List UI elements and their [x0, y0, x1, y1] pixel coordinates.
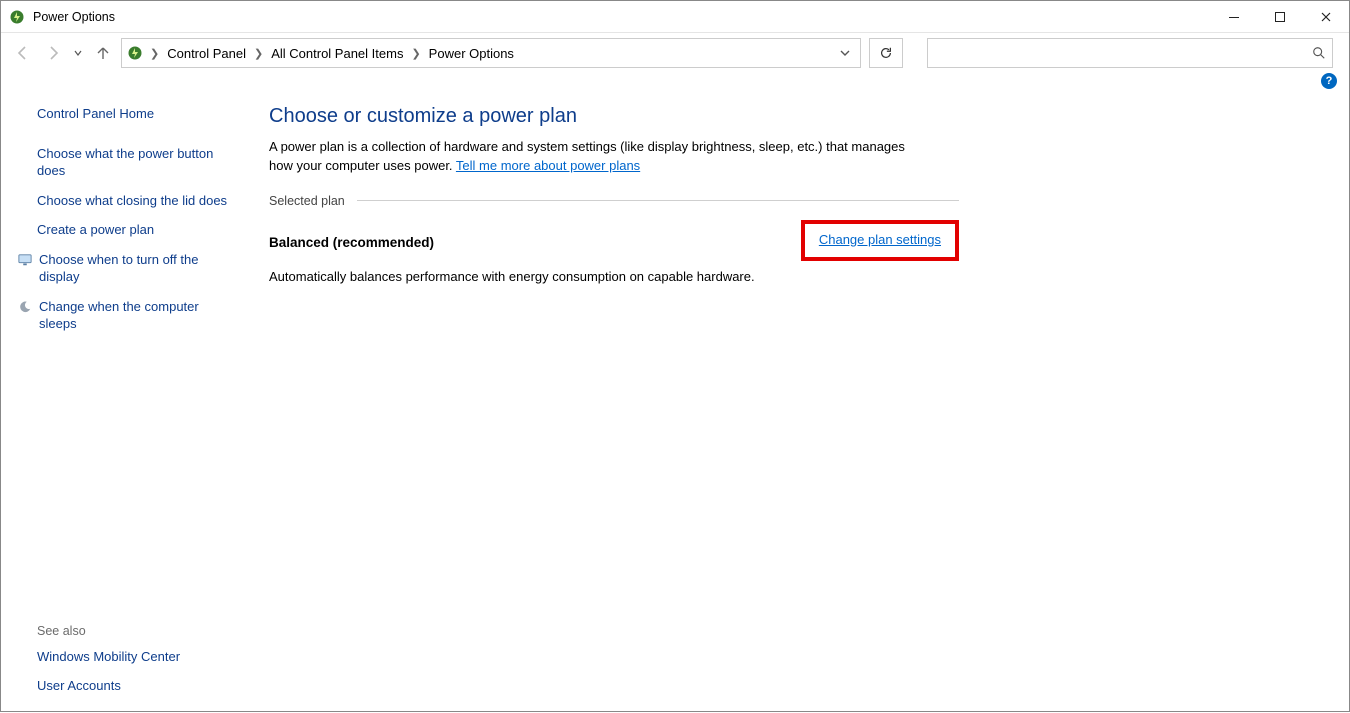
- see-also-label: See also: [17, 620, 235, 642]
- main-content: Choose or customize a power plan A power…: [249, 91, 1229, 713]
- sidebar-link-computer-sleeps[interactable]: Change when the computer sleeps: [17, 292, 235, 339]
- close-button[interactable]: [1303, 1, 1349, 33]
- sidebar-item-label: Choose what the power button does: [37, 145, 235, 180]
- search-box[interactable]: [927, 38, 1333, 68]
- address-bar[interactable]: ❯ Control Panel ❯ All Control Panel Item…: [121, 38, 861, 68]
- sidebar-item-label: Change when the computer sleeps: [39, 298, 235, 333]
- chevron-right-icon[interactable]: ❯: [252, 47, 265, 60]
- navigation-bar: ❯ Control Panel ❯ All Control Panel Item…: [1, 33, 1349, 73]
- see-also-mobility-center[interactable]: Windows Mobility Center: [17, 642, 235, 672]
- sidebar-link-power-button[interactable]: Choose what the power button does: [17, 139, 235, 186]
- chevron-right-icon[interactable]: ❯: [409, 47, 422, 60]
- sidebar-item-label: Control Panel Home: [37, 105, 154, 123]
- nav-up-button[interactable]: [91, 41, 115, 65]
- nav-forward-button[interactable]: [41, 41, 65, 65]
- window-title: Power Options: [33, 10, 115, 24]
- control-panel-home-link[interactable]: Control Panel Home: [17, 99, 235, 129]
- help-icon[interactable]: ?: [1321, 73, 1337, 89]
- chevron-right-icon[interactable]: ❯: [148, 47, 161, 60]
- search-icon[interactable]: [1312, 46, 1326, 60]
- selected-plan-section: Selected plan Balanced (recommended) Cha…: [269, 194, 959, 284]
- sidebar-item-label: Choose when to turn off the display: [39, 251, 235, 286]
- power-options-icon: [9, 9, 25, 25]
- maximize-button[interactable]: [1257, 1, 1303, 33]
- breadcrumb-item[interactable]: All Control Panel Items: [269, 46, 405, 61]
- power-options-icon: [126, 44, 144, 62]
- page-heading: Choose or customize a power plan: [269, 105, 1209, 128]
- sidebar-item-label: Choose what closing the lid does: [37, 192, 227, 210]
- address-dropdown[interactable]: [834, 39, 856, 67]
- plan-name: Balanced (recommended): [269, 235, 434, 250]
- moon-icon: [17, 299, 33, 315]
- sidebar-item-label: User Accounts: [37, 677, 121, 695]
- sidebar: Control Panel Home Choose what the power…: [1, 91, 249, 713]
- section-legend: Selected plan: [269, 194, 349, 208]
- minimize-button[interactable]: [1211, 1, 1257, 33]
- refresh-button[interactable]: [869, 38, 903, 68]
- sidebar-link-create-plan[interactable]: Create a power plan: [17, 215, 235, 245]
- plan-description: Automatically balances performance with …: [269, 269, 929, 284]
- sidebar-link-turn-off-display[interactable]: Choose when to turn off the display: [17, 245, 235, 292]
- breadcrumb-item[interactable]: Control Panel: [165, 46, 248, 61]
- sidebar-link-closing-lid[interactable]: Choose what closing the lid does: [17, 186, 235, 216]
- nav-back-button[interactable]: [11, 41, 35, 65]
- search-input[interactable]: [934, 45, 1312, 62]
- titlebar: Power Options: [1, 1, 1349, 33]
- see-also-user-accounts[interactable]: User Accounts: [17, 671, 235, 701]
- sidebar-item-label: Create a power plan: [37, 221, 154, 239]
- breadcrumb-item[interactable]: Power Options: [427, 46, 516, 61]
- sidebar-item-label: Windows Mobility Center: [37, 648, 180, 666]
- display-icon: [17, 252, 33, 268]
- highlight-box: Change plan settings: [801, 220, 959, 261]
- divider: [357, 200, 959, 201]
- change-plan-settings-link[interactable]: Change plan settings: [819, 232, 941, 247]
- tell-me-more-link[interactable]: Tell me more about power plans: [456, 158, 640, 173]
- page-description: A power plan is a collection of hardware…: [269, 138, 929, 176]
- nav-history-dropdown[interactable]: [71, 41, 85, 65]
